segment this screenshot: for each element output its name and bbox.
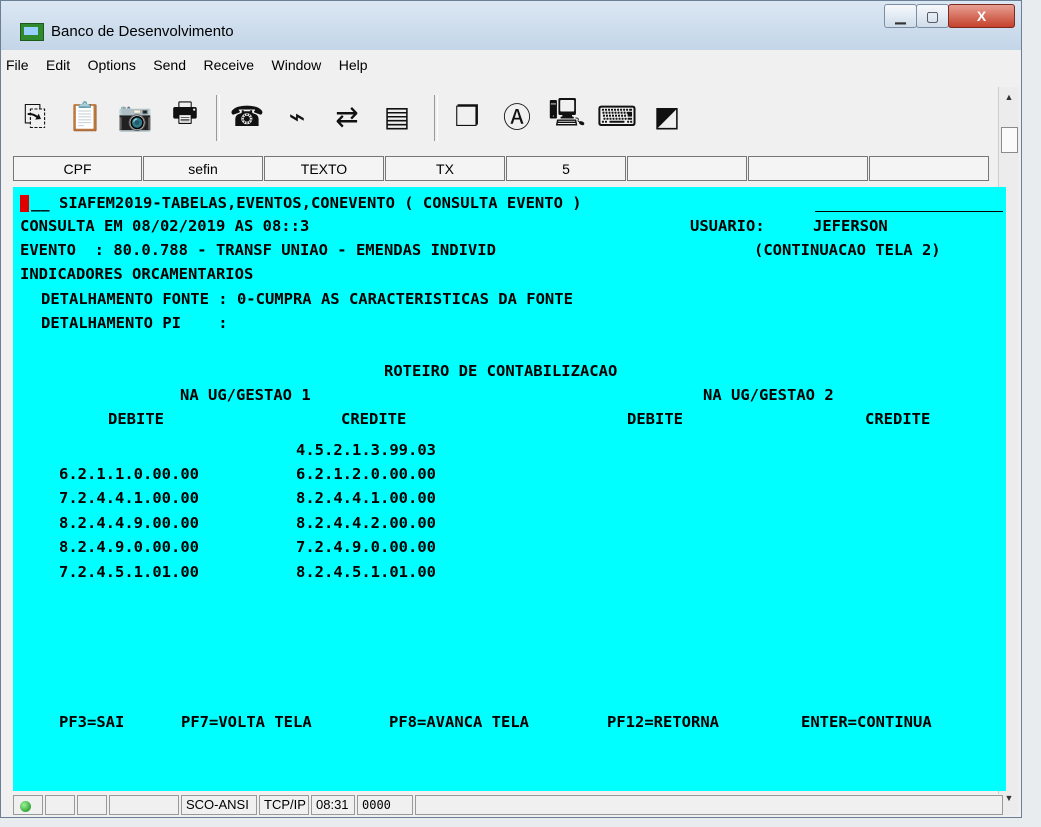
macro-icon[interactable]: ◩ [646,95,688,137]
fkey-blank-8[interactable] [869,156,989,181]
menu-bar: File Edit Options Send Receive Window He… [6,57,381,81]
debite-cell: 7.2.4.4.1.00.00 [59,489,199,507]
computer-icon[interactable]: 🖳 [546,95,588,137]
spellcheck-icon[interactable]: Ⓐ [496,95,538,137]
session-time: 08:31 [311,795,355,815]
ug1-heading: NA UG/GESTAO 1 [180,386,311,404]
fkey-blank-7[interactable] [748,156,868,181]
fkey-cpf[interactable]: CPF [13,156,142,181]
menu-options[interactable]: Options [88,57,136,73]
usuario-label: USUARIO: [690,217,765,235]
transfer-icon[interactable]: ⇄ [326,95,368,137]
credite-cell: 7.2.4.9.0.00.00 [296,538,436,556]
debite-header-1: DEBITE [108,410,164,428]
status-message-area [415,795,1003,815]
status-cell-blank [109,795,179,815]
usuario-value: JEFERSON [813,217,888,235]
credite-cell: 8.2.4.4.2.00.00 [296,514,436,532]
session-indicator: 0000 [357,795,413,815]
menu-receive[interactable]: Receive [203,57,254,73]
terminal-screen[interactable]: __ SIAFEM2019-TABELAS,EVENTOS,CONEVENTO … [13,187,1006,791]
title-bar[interactable]: Banco de Desenvolvimento ▁ ▢ X [1,1,1021,50]
toolbar: ⎘ 📋 📷 🖶 ☎ ⌁ ⇄ ▤ ❐ Ⓐ 🖳 ⌨ ◩ [6,91,1011,153]
scroll-up-icon[interactable]: ▲ [999,92,1019,106]
camera-icon[interactable]: 📷 [114,95,156,137]
screen-header: __ SIAFEM2019-TABELAS,EVENTOS,CONEVENTO … [31,194,582,212]
function-key-bar: CPF sefin TEXTO TX 5 [13,156,1006,182]
fkey-5[interactable]: 5 [506,156,626,181]
connection-type: TCP/IP [259,795,309,815]
header-underline [815,211,1003,212]
status-led-icon [20,801,31,812]
pf8-key[interactable]: PF8=AVANCA TELA [389,713,529,731]
credite-cell: 8.2.4.5.1.01.00 [296,563,436,581]
app-window: Banco de Desenvolvimento ▁ ▢ X File Edit… [0,0,1022,818]
pf7-key[interactable]: PF7=VOLTA TELA [181,713,312,731]
menu-file[interactable]: File [6,57,29,73]
printer-icon[interactable]: 🖶 [164,95,206,137]
indicadores-heading: INDICADORES ORCAMENTARIOS [20,265,254,283]
roteiro-heading: ROTEIRO DE CONTABILIZACAO [384,362,618,380]
credite-cell: 6.2.1.2.0.00.00 [296,465,436,483]
status-cell-blank [45,795,75,815]
fkey-texto[interactable]: TEXTO [264,156,384,181]
debite-cell: 7.2.4.5.1.01.00 [59,563,199,581]
copy-icon[interactable]: ⎘ [14,95,56,137]
pf12-key[interactable]: PF12=RETORNA [607,713,719,731]
close-button[interactable]: X [948,4,1015,28]
protocol-status: SCO-ANSI [181,795,257,815]
status-cell-blank [77,795,107,815]
stack-icon[interactable]: ❐ [446,95,488,137]
file-layout-icon[interactable]: ▤ [376,95,418,137]
detalhamento-fonte: DETALHAMENTO FONTE : 0-CUMPRA AS CARACTE… [41,290,573,308]
fkey-sefin[interactable]: sefin [143,156,263,181]
fkey-tx[interactable]: TX [385,156,505,181]
window-title: Banco de Desenvolvimento [51,23,234,40]
pf3-key[interactable]: PF3=SAI [59,713,124,731]
menu-edit[interactable]: Edit [46,57,70,73]
paste-icon[interactable]: 📋 [64,95,106,137]
credite-cell: 4.5.2.1.3.99.03 [296,441,436,459]
debite-cell: 6.2.1.1.0.00.00 [59,465,199,483]
fkey-blank-6[interactable] [627,156,747,181]
plug-icon[interactable]: ⌁ [276,95,318,137]
status-bar: SCO-ANSI TCP/IP 08:31 0000 [13,794,1003,816]
keyboard-icon[interactable]: ⌨ [596,95,638,137]
maximize-button[interactable]: ▢ [916,4,949,28]
ug2-heading: NA UG/GESTAO 2 [703,386,834,404]
terminal-app-icon [20,23,44,41]
debite-cell: 8.2.4.9.0.00.00 [59,538,199,556]
terminal-cursor [20,195,29,212]
menu-window[interactable]: Window [272,57,322,73]
menu-help[interactable]: Help [339,57,368,73]
debite-header-2: DEBITE [627,410,683,428]
detalhamento-pi: DETALHAMENTO PI : [41,314,228,332]
credite-header-1: CREDITE [341,410,407,428]
debite-cell: 8.2.4.4.9.00.00 [59,514,199,532]
credite-cell: 8.2.4.4.1.00.00 [296,489,436,507]
enter-key[interactable]: ENTER=CONTINUA [801,713,932,731]
credite-header-2: CREDITE [865,410,931,428]
connection-led [13,795,43,815]
consulta-line: CONSULTA EM 08/02/2019 AS 08::3 [20,217,310,235]
continuacao-label: (CONTINUACAO TELA 2) [754,241,941,259]
minimize-button[interactable]: ▁ [884,4,917,28]
scroll-thumb[interactable] [1001,127,1018,153]
evento-line: EVENTO : 80.0.788 - TRANSF UNIAO - EMEND… [20,241,496,259]
menu-send[interactable]: Send [153,57,186,73]
phone-icon[interactable]: ☎ [226,95,268,137]
